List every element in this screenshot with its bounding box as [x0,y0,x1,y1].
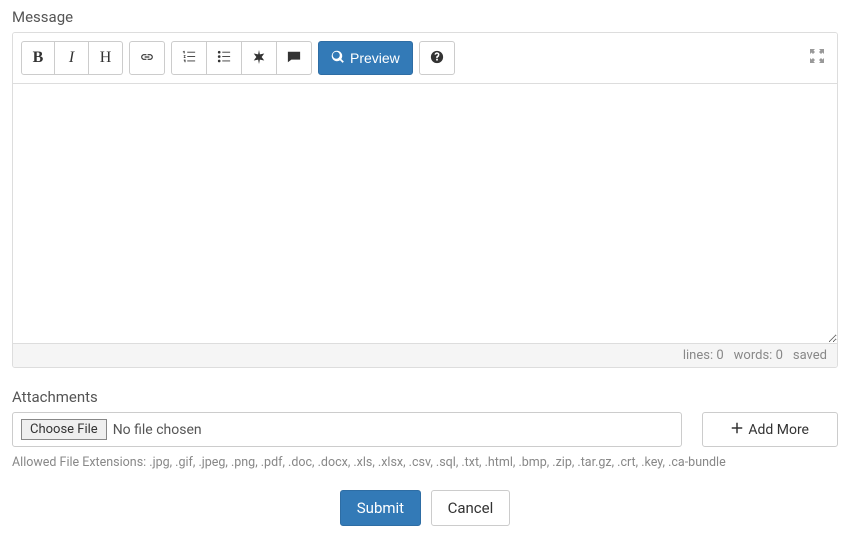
lines-counter: lines: 0 [683,348,724,363]
bold-button[interactable]: B [21,41,55,75]
add-more-label: Add More [748,422,809,438]
hint-prefix: Allowed File Extensions: [12,455,146,470]
editor-statusbar: lines: 0 words: 0 saved [13,343,837,367]
file-chosen-status: No file chosen [113,422,202,438]
question-icon [430,50,444,67]
preview-button[interactable]: Preview [318,41,413,75]
heading-button[interactable]: H [89,41,123,75]
allowed-extensions-hint: Allowed File Extensions: .jpg, .gif, .jp… [12,455,838,470]
list-ul-icon [217,50,231,67]
form-actions: Submit Cancel [12,490,838,526]
choose-file-button[interactable]: Choose File [21,419,107,440]
ordered-list-button[interactable] [171,41,207,75]
words-value: 0 [776,348,783,363]
file-input-box[interactable]: Choose File No file chosen [12,412,682,447]
add-more-button[interactable]: Add More [702,412,838,447]
search-icon [331,50,345,67]
asterisk-icon [252,50,266,67]
help-group [419,41,455,75]
attachments-label: Attachments [12,388,838,406]
message-textarea[interactable] [13,83,837,343]
message-label: Message [12,8,838,26]
preview-group: Preview [318,41,413,75]
asterisk-button[interactable] [242,41,277,75]
words-label: words: [734,348,773,363]
list-group [171,41,312,75]
italic-button[interactable]: I [55,41,89,75]
unordered-list-button[interactable] [207,41,242,75]
expand-icon [809,52,825,68]
comment-button[interactable] [277,41,312,75]
format-group: B I H [21,41,123,75]
words-counter: words: 0 [734,348,783,363]
lines-value: 0 [716,348,723,363]
lines-label: lines: [683,348,713,363]
link-icon [140,50,154,67]
fullscreen-button[interactable] [805,44,829,72]
message-editor: B I H [12,32,838,368]
link-group [129,41,165,75]
editor-toolbar: B I H [13,33,837,83]
link-button[interactable] [129,41,165,75]
list-ol-icon [182,50,196,67]
hint-extensions: .jpg, .gif, .jpeg, .png, .pdf, .doc, .do… [149,455,725,470]
saved-status: saved [793,348,827,363]
plus-icon [731,422,743,438]
attachments-row: Choose File No file chosen Add More [12,412,838,447]
help-button[interactable] [419,41,455,75]
cancel-button[interactable]: Cancel [431,490,511,526]
preview-label: Preview [350,50,400,66]
submit-button[interactable]: Submit [340,490,421,526]
comment-icon [287,50,301,67]
